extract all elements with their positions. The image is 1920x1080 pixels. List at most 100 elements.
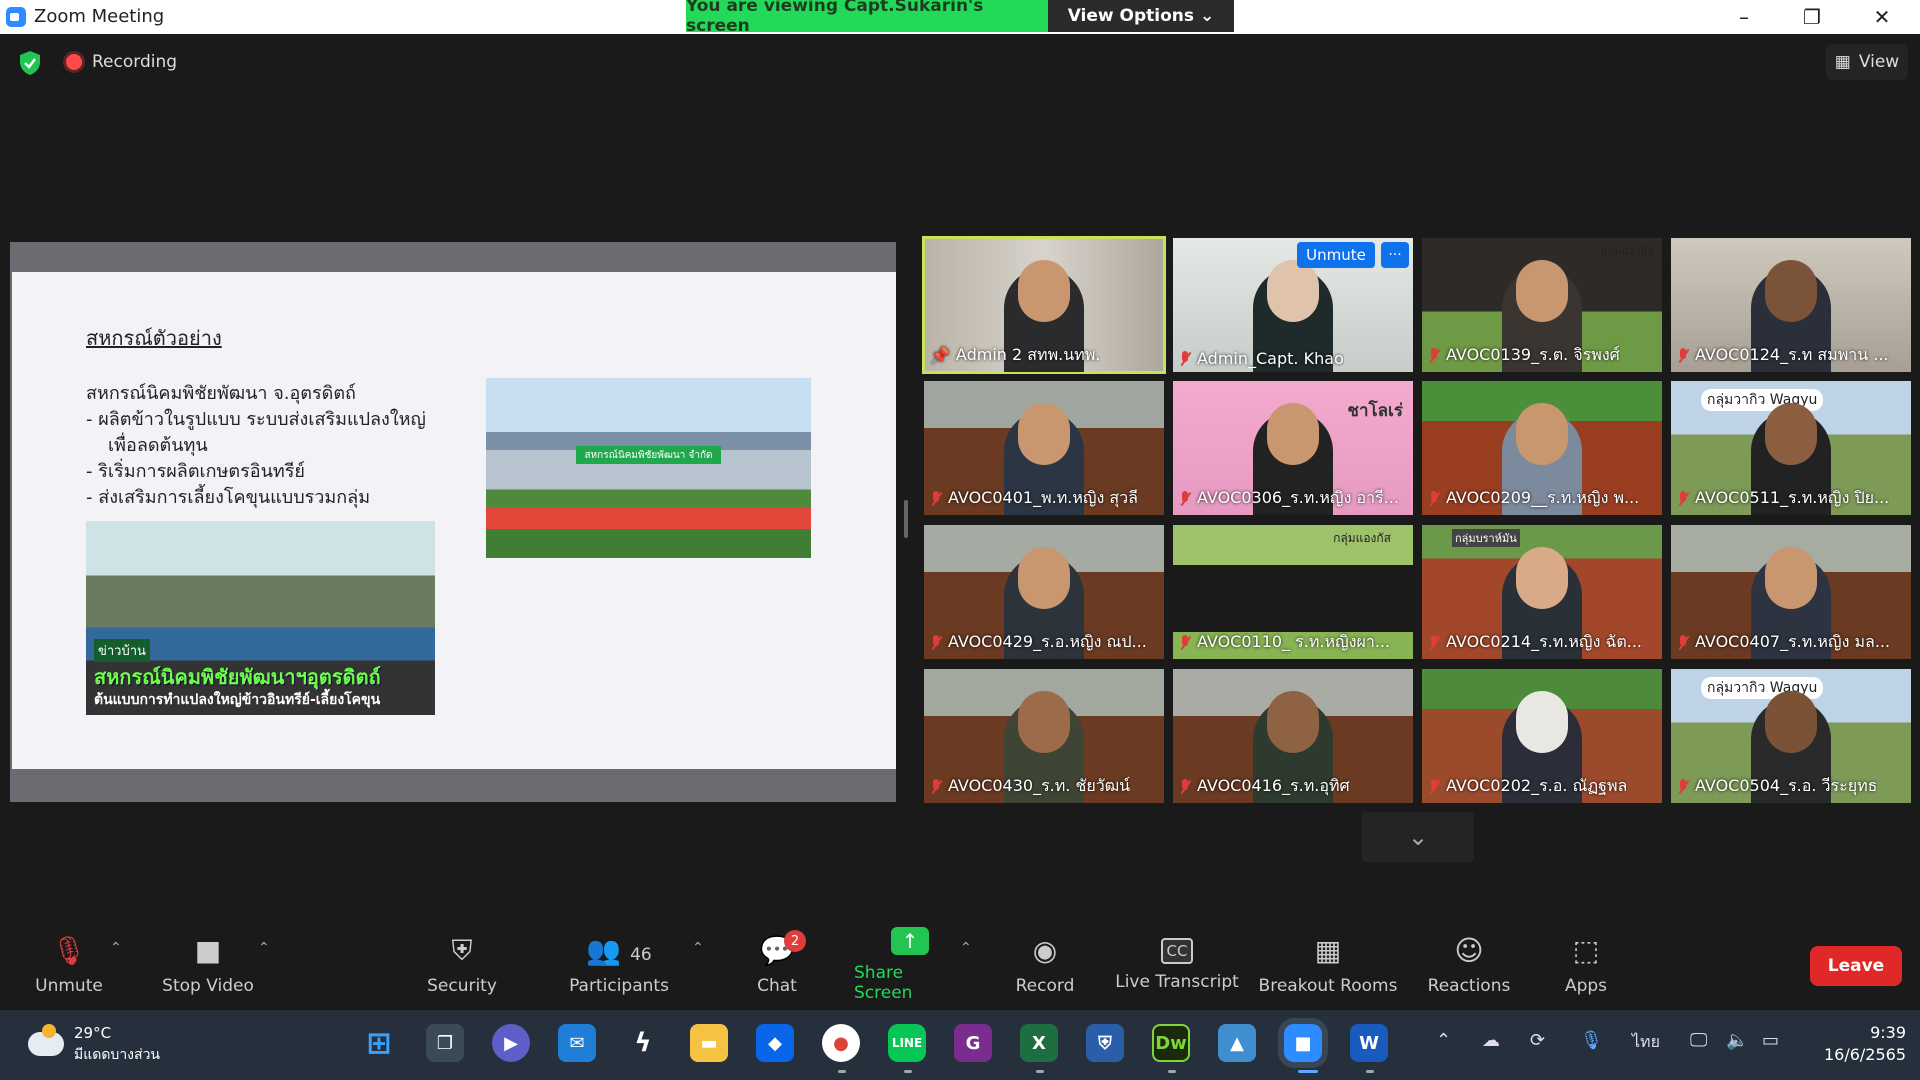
pdf-app-icon[interactable]: G (954, 1024, 992, 1062)
participant-name-label: AVOC0202_ร.อ. ณัฏฐพล (1428, 774, 1627, 799)
chevron-down-icon: ⌄ (1407, 823, 1429, 851)
apps-button[interactable]: ⬚ Apps (1560, 920, 1612, 1010)
stop-video-label: Stop Video (162, 976, 254, 996)
participants-button[interactable]: 👥 46 Participants (568, 920, 670, 1010)
weather-widget[interactable]: 29°C มีแดดบางส่วน (28, 1022, 160, 1066)
panel-resize-handle[interactable] (904, 500, 908, 538)
participants-label: Participants (569, 976, 669, 996)
participant-tile[interactable]: AVOC0202_ร.อ. ณัฏฐพล (1422, 669, 1662, 803)
share-options-caret-icon[interactable]: ⌃ (960, 940, 972, 956)
mic-muted-icon (1428, 490, 1440, 507)
mic-muted-icon (1677, 634, 1689, 651)
partly-sunny-icon (28, 1024, 64, 1056)
close-button[interactable]: ✕ (1850, 0, 1914, 34)
participant-name: AVOC0511_ร.ท.หญิง ปิย... (1695, 488, 1890, 507)
video-options-caret-icon[interactable]: ⌃ (258, 940, 270, 956)
windows-start-icon[interactable]: ⊞ (360, 1024, 398, 1062)
task-view-icon[interactable]: ❐ (426, 1024, 464, 1062)
share-screen-button[interactable]: ↑ Share Screen (854, 920, 966, 1010)
view-button[interactable]: ▦ View (1826, 44, 1908, 80)
running-indicator (1366, 1070, 1374, 1073)
recording-indicator[interactable]: Recording (66, 52, 177, 72)
participant-name: AVOC0306_ร.ท.หญิง อารี... (1197, 488, 1399, 507)
excel-icon[interactable]: X (1020, 1024, 1058, 1062)
participant-tile[interactable]: กลุ่มวากิว Wagyu AVOC0511_ร.ท.หญิง ปิย..… (1671, 381, 1911, 515)
participant-tile[interactable]: 📌 Admin 2 สทพ.นทพ. (922, 236, 1166, 374)
record-icon: ◉ (1032, 934, 1058, 967)
participant-name: AVOC0110_ ร.ท.หญิงผา... (1197, 632, 1391, 651)
participant-tile[interactable]: Unmute ··· Admin_Capt. Khao (1173, 238, 1413, 372)
participant-name-label: 📌 Admin 2 สทพ.นทพ. (930, 343, 1100, 368)
next-page-button[interactable]: ⌄ (1362, 812, 1474, 862)
mail-icon[interactable]: ✉ (558, 1024, 596, 1062)
slide-title: สหกรณ์ตัวอย่าง (86, 326, 222, 350)
leave-button[interactable]: Leave (1810, 946, 1902, 986)
participant-name: AVOC0429_ร.อ.หญิง ณป... (948, 632, 1147, 651)
live-transcript-button[interactable]: CC Live Transcript (1112, 920, 1242, 1010)
mic-muted-icon (1428, 347, 1440, 364)
zoom-logo-icon (6, 6, 26, 27)
tile-more-button[interactable]: ··· (1381, 242, 1409, 268)
network-icon[interactable]: 🖵 (1690, 1030, 1707, 1051)
cooperative-building-photo: สหกรณ์นิคมพิชัยพัฒนา จำกัด (486, 378, 811, 558)
record-button[interactable]: ◉ Record (1010, 920, 1080, 1010)
stop-video-button[interactable]: ■ Stop Video (158, 920, 258, 1010)
tile-caption: กลุ่มบราห์มัน (1452, 529, 1520, 547)
participant-tile[interactable]: ชาโลเร่ AVOC0306_ร.ท.หญิง อารี... (1173, 381, 1413, 515)
participant-face (1516, 547, 1568, 609)
participant-name: AVOC0504_ร.อ. วีระยุทธ (1695, 776, 1878, 795)
microphone-in-use-icon[interactable]: 🎙 (1580, 1030, 1603, 1051)
reactions-button[interactable]: ☺ Reactions (1424, 920, 1514, 1010)
volume-icon[interactable]: 🔈 (1726, 1030, 1748, 1051)
audio-options-caret-icon[interactable]: ⌃ (110, 940, 122, 956)
teams-chat-icon[interactable]: ▶ (492, 1024, 530, 1062)
photos-icon[interactable]: ▲ (1218, 1024, 1256, 1062)
participant-name-label: Admin_Capt. Khao (1179, 349, 1344, 368)
restore-button[interactable]: ❐ (1780, 0, 1844, 34)
dropbox-icon[interactable]: ◆ (756, 1024, 794, 1062)
participant-tile[interactable]: กลุ่มบราห์มัน AVOC0214_ร.ท.หญิง ฉัต... (1422, 525, 1662, 659)
participant-face (1516, 691, 1568, 753)
shield-check-icon[interactable] (18, 50, 42, 76)
participant-tile[interactable]: กลุ่มแองกัส AVOC0139_ร.ต. จิรพงศ์ (1422, 238, 1662, 372)
word-icon[interactable]: W (1350, 1024, 1388, 1062)
share-arrow-icon: ↑ (891, 927, 929, 955)
participants-icon: 👥 46 (586, 934, 652, 967)
tile-caption: ชาโลเร่ (1347, 401, 1403, 421)
participant-face (1267, 403, 1319, 465)
participant-tile[interactable]: AVOC0416_ร.ท.อุทิศ (1173, 669, 1413, 803)
participant-face (1267, 260, 1319, 322)
battery-charging-icon[interactable]: ▭ (1762, 1030, 1779, 1051)
participant-tile[interactable]: AVOC0124_ร.ท สมพาน ... (1671, 238, 1911, 372)
onedrive-cloud-icon[interactable]: ☁ (1482, 1030, 1500, 1051)
line-app-icon[interactable]: LINE (888, 1024, 926, 1062)
sync-icon[interactable]: ⟳ (1530, 1030, 1545, 1051)
participant-tile[interactable]: กลุ่มวากิว Wagyu AVOC0504_ร.อ. วีระยุทธ (1671, 669, 1911, 803)
participant-tile[interactable]: AVOC0209__ร.ท.หญิง พ... (1422, 381, 1662, 515)
lightning-app-icon[interactable]: ϟ (624, 1024, 662, 1062)
participant-name-label: AVOC0209__ร.ท.หญิง พ... (1428, 486, 1639, 511)
participant-tile[interactable]: กลุ่มแองกัส AVOC0110_ ร.ท.หญิงผา... (1173, 525, 1413, 659)
file-explorer-icon[interactable]: ▬ (690, 1024, 728, 1062)
participant-face (1516, 403, 1568, 465)
zoom-taskbar-icon[interactable]: ■ (1284, 1024, 1322, 1062)
input-language[interactable]: ไทย (1632, 1030, 1660, 1055)
defender-shield-icon[interactable]: ⛨ (1086, 1024, 1124, 1062)
tray-overflow-chevron-up-icon[interactable]: ⌃ (1436, 1030, 1451, 1051)
unmute-button[interactable]: 🎙 Unmute (26, 920, 112, 1010)
tile-unmute-button[interactable]: Unmute (1297, 242, 1375, 268)
participant-tile[interactable]: AVOC0407_ร.ท.หญิง มล... (1671, 525, 1911, 659)
participant-tile[interactable]: AVOC0429_ร.อ.หญิง ณป... (924, 525, 1164, 659)
view-options-label: View Options (1067, 6, 1195, 26)
breakout-rooms-button[interactable]: ▦ Breakout Rooms (1258, 920, 1398, 1010)
chrome-icon[interactable]: ● (822, 1024, 860, 1062)
dreamweaver-icon[interactable]: Dw (1152, 1024, 1190, 1062)
participants-options-caret-icon[interactable]: ⌃ (692, 940, 704, 956)
participant-tile[interactable]: AVOC0430_ร.ท. ชัยวัฒน์ (924, 669, 1164, 803)
live-transcript-label: Live Transcript (1115, 972, 1239, 992)
security-button[interactable]: ⛨ Security (420, 920, 504, 1010)
minimize-button[interactable]: – (1712, 0, 1776, 34)
participant-tile[interactable]: AVOC0401_พ.ท.หญิง สุวลี (924, 381, 1164, 515)
system-clock[interactable]: 9:39 16/6/2565 (1810, 1022, 1906, 1066)
view-options-button[interactable]: View Options ⌄ (1048, 0, 1234, 32)
